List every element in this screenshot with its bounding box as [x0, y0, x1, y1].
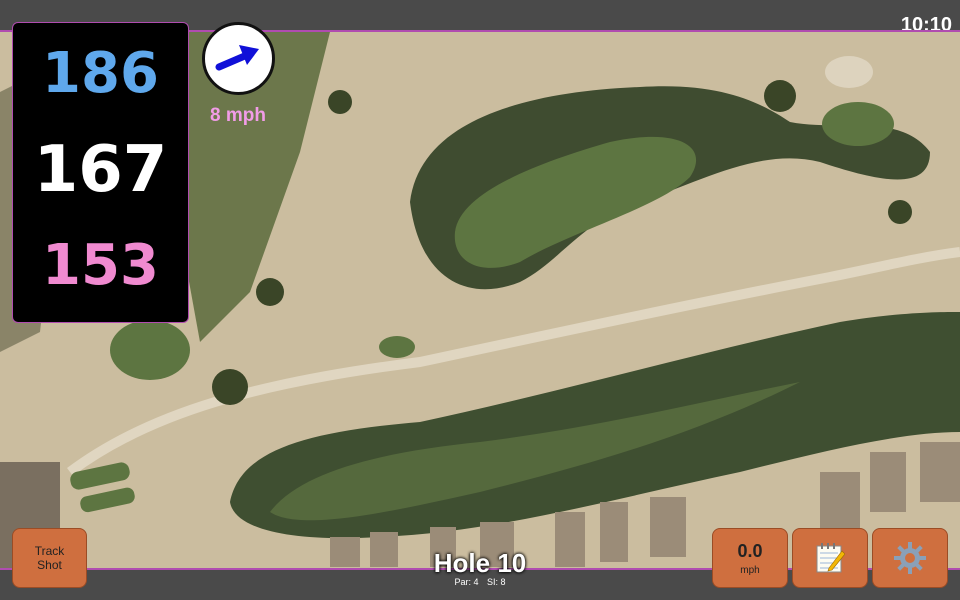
hole-title: Hole 10: [433, 548, 527, 578]
wind-direction-indicator: [202, 22, 275, 95]
distance-panel: 186 167 153: [12, 22, 189, 323]
middle-distance: 167: [33, 133, 168, 207]
track-shot-label-line2: Shot: [37, 558, 62, 572]
settings-button[interactable]: [872, 528, 948, 588]
front-distance: 153: [42, 233, 159, 298]
track-shot-label-line1: Track: [34, 544, 65, 558]
speed-button[interactable]: 0.0 mph: [712, 528, 788, 588]
stroke-index-label: SI: 8: [487, 577, 506, 587]
wind-speed-label: 8 mph: [210, 105, 266, 126]
notepad-icon: [816, 543, 845, 573]
back-distance: 186: [42, 41, 159, 106]
speed-value: 0.0: [737, 540, 763, 561]
gear-icon: [894, 542, 926, 574]
track-shot-button[interactable]: Track Shot: [12, 528, 87, 588]
hole-info: Par: 4 SI: 8: [380, 577, 580, 587]
wind-direction-arrow-icon: [215, 45, 259, 71]
notes-button[interactable]: [792, 528, 868, 588]
speed-unit: mph: [740, 564, 760, 576]
par-label: Par: 4: [454, 577, 479, 587]
